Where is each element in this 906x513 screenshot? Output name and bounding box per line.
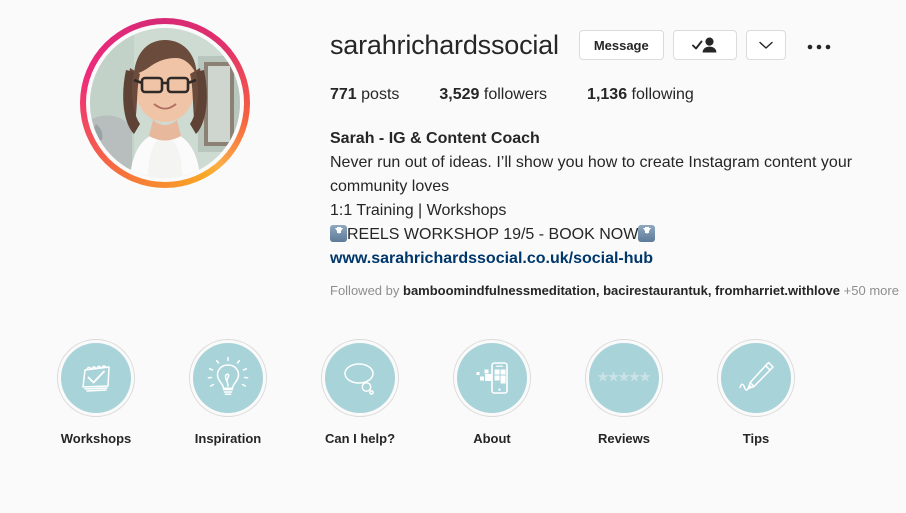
highlight-label: Tips [742,431,770,446]
following-button[interactable] [672,30,737,60]
following-count: 1,136 [587,86,628,103]
bio-display-name: Sarah - IG & Content Coach [330,130,540,147]
highlight-tips[interactable]: Tips [717,339,795,447]
more-options-button[interactable] [795,30,837,60]
story-ring[interactable] [80,18,250,188]
highlight-cover [721,343,791,413]
username-row: sarahrichardssocial Message [330,28,906,62]
page-title: sarahrichardssocial [330,30,559,60]
thought-bubble-icon [338,356,382,400]
posts-count: 771 [330,86,357,103]
posts-label: posts [361,86,400,103]
chevron-down-icon [759,41,773,50]
stats-row: 771 posts 3,529 followers 1,136 followin… [330,84,906,106]
highlight-about[interactable]: About [453,339,531,447]
profile-info-column: sarahrichardssocial Message 771 posts 3,… [330,10,906,300]
highlight-inspiration[interactable]: Inspiration [189,339,267,447]
ring-gap [86,24,244,182]
profile-header: sarahrichardssocial Message 771 posts 3,… [0,0,906,300]
highlight-ring [189,339,267,417]
phone-tiles-icon [470,356,514,400]
bio-line-3-text: REELS WORKSHOP 19/5 - BOOK NOW [347,226,639,243]
highlight-can-i-help[interactable]: Can I help? [321,339,399,447]
highlight-cover [61,343,131,413]
highlight-cover [457,343,527,413]
highlight-label: About [473,431,511,446]
highlight-cover [193,343,263,413]
stat-following[interactable]: 1,136 following [587,84,694,106]
highlight-ring [717,339,795,417]
highlight-workshops[interactable]: Workshops [57,339,135,447]
bio-line-2: 1:1 Training | Workshops [330,202,507,219]
bio-line-1: Never run out of ideas. I’ll show you ho… [330,154,853,195]
message-button[interactable]: Message [578,30,664,60]
five-stars-icon [597,370,651,386]
followed-by-prefix: Followed by [330,283,400,298]
highlight-label: Reviews [597,431,651,446]
avatar[interactable] [90,28,240,178]
followed-by-names[interactable]: bamboomindfulnessmeditation, bacirestaur… [403,283,840,298]
bio-website-link[interactable]: www.sarahrichardssocial.co.uk/social-hub [330,247,875,271]
highlight-label: Can I help? [324,431,396,446]
highlight-ring [57,339,135,417]
followers-count: 3,529 [439,86,480,103]
down-arrow-emoji [330,225,347,242]
bio-line-3: REELS WORKSHOP 19/5 - BOOK NOW [330,223,875,247]
stat-followers[interactable]: 3,529 followers [439,84,547,106]
bio: Sarah - IG & Content Coach Never run out… [330,127,875,271]
highlight-cover [589,343,659,413]
ellipsis-icon [807,38,831,53]
highlight-ring [321,339,399,417]
highlight-ring [453,339,531,417]
avatar-column [0,10,330,300]
highlight-ring [585,339,663,417]
followers-label: followers [483,86,548,103]
following-label: following [631,86,694,103]
highlight-reviews[interactable]: Reviews [585,339,663,447]
down-arrow-emoji [638,225,656,242]
followed-by: Followed by bamboomindfulnessmeditation,… [330,282,906,300]
story-highlights: Workshops Inspiration Can I help? About … [0,339,906,447]
person-check-icon [691,37,718,53]
highlight-label: Workshops [60,431,132,446]
lightbulb-icon [206,356,250,400]
instagram-profile-page: sarahrichardssocial Message 771 posts 3,… [0,0,906,513]
highlight-cover [325,343,395,413]
pencil-squiggle-icon [734,356,778,400]
followed-by-more[interactable]: +50 more [844,283,899,298]
calendar-check-icon [74,356,118,400]
stat-posts: 771 posts [330,84,399,106]
highlight-label: Inspiration [194,431,262,446]
options-dropdown-button[interactable] [745,30,786,60]
